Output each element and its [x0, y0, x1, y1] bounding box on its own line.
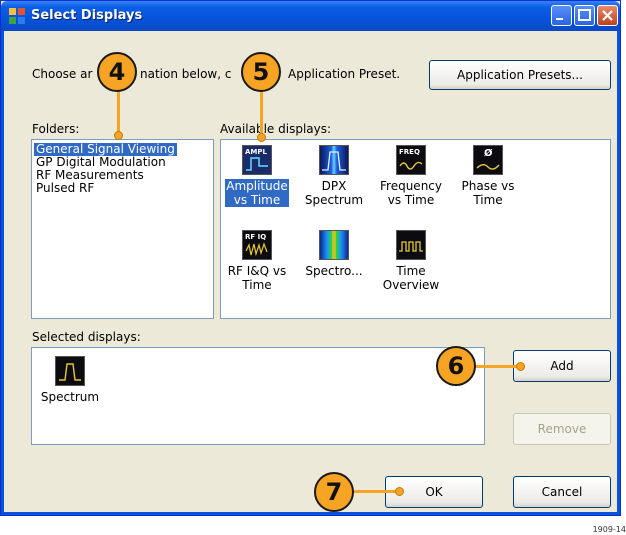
tile-caption: Time Overview [382, 264, 440, 292]
dpx-spectrum-icon [319, 145, 349, 175]
app-icon [9, 8, 25, 24]
amplitude-vs-time-icon: AMPL [242, 145, 272, 175]
minimize-button[interactable] [551, 5, 572, 26]
folders-label: Folders: [32, 122, 80, 136]
minimize-icon [556, 18, 563, 20]
callout-leader-line [260, 90, 263, 136]
window-title: Select Displays [31, 8, 143, 23]
maximize-icon [578, 9, 591, 21]
maximize-button[interactable] [574, 5, 595, 26]
tile-caption: DPX Spectrum [304, 179, 364, 207]
spectrum-icon [55, 356, 85, 386]
close-icon [602, 10, 613, 21]
add-button[interactable]: Add [513, 350, 611, 382]
callout-pointer-dot [516, 362, 525, 371]
select-displays-window: Select Displays Choose ar nation below, … [0, 0, 621, 516]
tile-caption: Spectrum [40, 390, 100, 404]
callout-5: 5 [241, 52, 281, 92]
title-bar[interactable]: Select Displays [1, 1, 620, 31]
display-tile-dpx-spectrum[interactable]: DPX Spectrum [302, 145, 366, 207]
rf-iq-vs-time-icon: RF IQ [242, 230, 272, 260]
frequency-vs-time-icon: FREQ [396, 145, 426, 175]
application-presets-button[interactable]: Application Presets... [429, 60, 611, 90]
display-tile-amplitude-vs-time[interactable]: AMPL Amplitude vs Time [225, 145, 289, 207]
display-tile-spectrogram[interactable]: Spectro... [302, 230, 366, 278]
display-tile-rf-iq-vs-time[interactable]: RF IQ RF I&Q vs Time [225, 230, 289, 292]
spectrogram-icon [319, 230, 349, 260]
tile-caption: Amplitude vs Time [225, 179, 289, 207]
callout-leader-line [474, 365, 522, 368]
callout-6: 6 [436, 346, 476, 386]
display-tile-phase-vs-time[interactable]: Ø Phase vs Time [456, 145, 520, 207]
phase-vs-time-icon: Ø [473, 145, 503, 175]
tile-caption: Spectro... [305, 264, 363, 278]
tile-caption: Frequency vs Time [380, 179, 442, 207]
tile-caption: RF I&Q vs Time [227, 264, 287, 292]
callout-7: 7 [314, 472, 354, 512]
callout-pointer-dot [114, 131, 123, 140]
selected-displays-label: Selected displays: [32, 330, 141, 344]
figure-number: 1909-14 [592, 525, 626, 534]
selected-tile-spectrum[interactable]: Spectrum [38, 356, 102, 404]
callout-4: 4 [97, 52, 137, 92]
tile-caption: Phase vs Time [461, 179, 515, 207]
callout-pointer-dot [257, 133, 266, 142]
available-displays-panel: AMPL Amplitude vs Time DPX Spectrum FREQ… [220, 139, 611, 319]
display-tile-frequency-vs-time[interactable]: FREQ Frequency vs Time [379, 145, 443, 207]
intro-text-right: Application Preset. [288, 67, 401, 81]
cancel-button[interactable]: Cancel [513, 476, 611, 508]
intro-text-left: Choose ar [32, 67, 93, 81]
intro-text-mid: nation below, c [140, 67, 232, 81]
callout-leader-line [117, 90, 120, 134]
display-tile-time-overview[interactable]: Time Overview [379, 230, 443, 292]
callout-leader-line [352, 490, 400, 493]
available-displays-label: Available displays: [220, 122, 332, 136]
remove-button[interactable]: Remove [513, 413, 611, 445]
callout-pointer-dot [395, 487, 404, 496]
time-overview-icon [396, 230, 426, 260]
folders-list[interactable]: General Signal Viewing GP Digital Modula… [31, 139, 214, 319]
folder-item[interactable]: Pulsed RF [34, 182, 96, 195]
close-button[interactable] [597, 5, 618, 26]
selected-displays-panel: Spectrum [31, 347, 485, 445]
